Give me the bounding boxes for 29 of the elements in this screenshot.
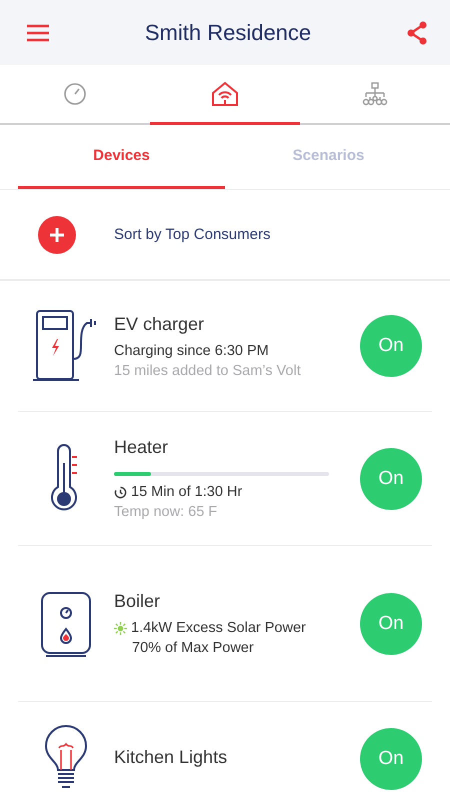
page-title: Smith Residence — [144, 20, 312, 46]
section-tab[interactable]: Scenarios — [225, 125, 432, 189]
device-status: 15 miles added to Sam’s Volt — [114, 362, 301, 378]
plus-icon — [48, 226, 66, 244]
device-status: Temp now: 65 F — [114, 504, 218, 520]
device-status: 1.4kW Excess Solar Power — [131, 620, 306, 636]
timer-icon — [114, 486, 127, 498]
sun-icon — [114, 622, 127, 634]
device-status: 15 Min of 1:30 Hr — [131, 484, 242, 500]
power-toggle[interactable]: On — [360, 448, 422, 510]
device-status: Charging since 6:30 PM — [114, 342, 269, 358]
menu-button[interactable] — [26, 24, 50, 42]
power-toggle[interactable]: On — [360, 315, 422, 377]
power-toggle[interactable]: On — [360, 592, 422, 654]
menu-icon — [26, 24, 50, 42]
hierarchy-icon — [362, 82, 388, 106]
sort-label[interactable]: Sort by Top Consumers — [114, 226, 270, 243]
device-name: Heater — [114, 437, 170, 458]
device-name: EV charger — [114, 314, 206, 334]
gauge-icon — [63, 82, 87, 106]
section-tab[interactable]: Devices — [18, 125, 225, 189]
share-icon — [406, 20, 428, 44]
add-button[interactable] — [38, 216, 76, 254]
share-button[interactable] — [406, 20, 428, 44]
device-name: Kitchen Lights — [114, 746, 228, 768]
device-status: 70% of Max Power — [132, 640, 254, 656]
device-name: Boiler — [114, 591, 162, 612]
power-toggle[interactable]: On — [360, 728, 422, 790]
home-signal-icon — [211, 80, 239, 106]
